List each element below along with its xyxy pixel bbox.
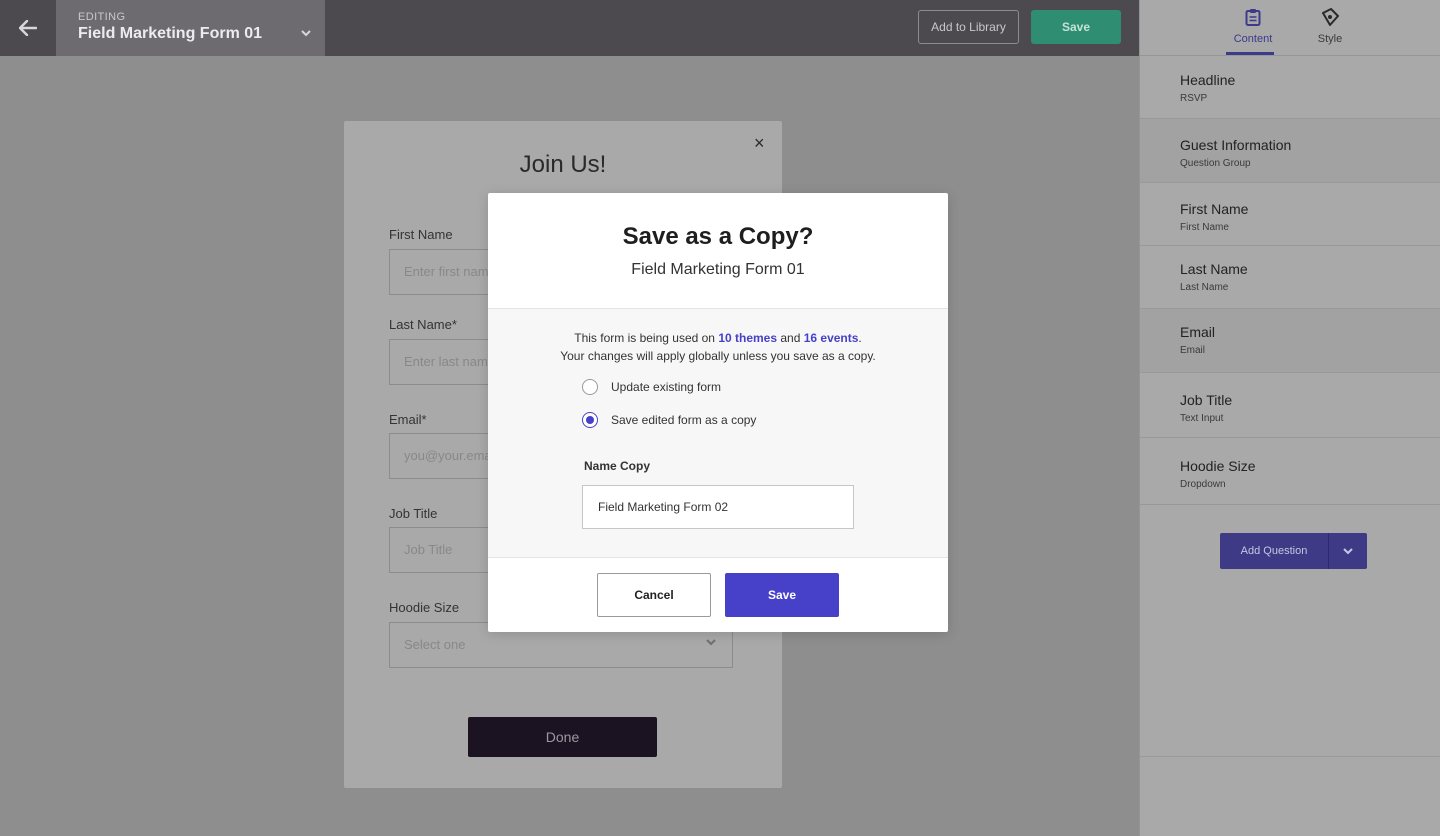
field-label: Job Title	[389, 506, 438, 521]
panel-item-hoodie-size[interactable]: Hoodie Size Dropdown	[1140, 438, 1440, 505]
tab-label: Style	[1317, 33, 1343, 45]
done-button[interactable]: Done	[468, 717, 657, 757]
message-line-2: Your changes will apply globally unless …	[560, 349, 876, 363]
content-panel: Content Style Headline RSVP Guest Inform…	[1139, 0, 1440, 836]
tab-style[interactable]: Style	[1302, 8, 1358, 45]
add-question-control: Add Question	[1220, 533, 1367, 569]
panel-item-subtitle: Last Name	[1180, 282, 1229, 293]
panel-item-headline[interactable]: Headline RSVP	[1140, 56, 1440, 119]
top-save-button[interactable]: Save	[1031, 10, 1121, 44]
back-button[interactable]	[0, 0, 56, 56]
add-question-button[interactable]: Add Question	[1220, 533, 1329, 569]
panel-item-email[interactable]: Email Email	[1140, 309, 1440, 373]
field-label: Hoodie Size	[389, 600, 460, 615]
panel-item-title: Headline	[1180, 72, 1236, 88]
panel-item-subtitle: Email	[1180, 345, 1206, 356]
panel-item-title: First Name	[1180, 201, 1249, 217]
dialog-body: This form is being used on 10 themes and…	[488, 309, 948, 558]
panel-item-subtitle: First Name	[1180, 222, 1229, 233]
message-text: This form is being used on	[574, 331, 719, 345]
clipboard-icon	[1245, 9, 1261, 26]
panel-item-guest-information[interactable]: Guest Information Question Group	[1140, 119, 1440, 183]
form-title: Join Us!	[519, 151, 607, 178]
panel-item-job-title[interactable]: Job Title Text Input	[1140, 373, 1440, 438]
add-to-library-button[interactable]: Add to Library	[918, 10, 1019, 44]
radio-button[interactable]	[582, 379, 598, 395]
panel-item-subtitle: Text Input	[1180, 413, 1224, 424]
active-tab-indicator	[1226, 52, 1274, 55]
style-icon	[1322, 8, 1339, 26]
cancel-button[interactable]: Cancel	[597, 573, 711, 617]
top-bar: EDITING Field Marketing Form 01 Add to L…	[0, 0, 1139, 56]
chevron-down-icon	[301, 30, 311, 37]
tab-label: Content	[1233, 33, 1273, 45]
panel-item-first-name[interactable]: First Name First Name	[1140, 183, 1440, 246]
field-label: First Name	[389, 227, 453, 242]
radio-button-selected[interactable]	[582, 412, 598, 428]
save-as-copy-option[interactable]: Save edited form as a copy	[582, 412, 756, 428]
option-label: Update existing form	[611, 380, 722, 394]
panel-item-subtitle: Question Group	[1180, 158, 1251, 169]
dialog-message: This form is being used on 10 themes and…	[488, 329, 948, 365]
panel-item-title: Job Title	[1180, 392, 1233, 408]
message-text: .	[858, 331, 862, 345]
name-copy-label: Name Copy	[584, 459, 651, 473]
themes-link[interactable]: 10 themes	[718, 331, 777, 345]
panel-item-subtitle: RSVP	[1180, 93, 1208, 104]
chevron-down-icon	[1343, 547, 1353, 554]
select-placeholder: Select one	[404, 637, 466, 652]
dialog-title: Save as a Copy?	[622, 223, 814, 250]
arrow-left-icon	[19, 20, 37, 36]
save-button[interactable]: Save	[725, 573, 839, 617]
update-existing-option[interactable]: Update existing form	[582, 379, 721, 395]
events-link[interactable]: 16 events	[804, 331, 859, 345]
form-selector[interactable]: EDITING Field Marketing Form 01	[56, 0, 325, 56]
save-copy-dialog: Save as a Copy? Field Marketing Form 01 …	[488, 193, 948, 632]
editing-label: EDITING	[78, 11, 126, 23]
tab-content[interactable]: Content	[1225, 8, 1281, 45]
dialog-subtitle: Field Marketing Form 01	[631, 261, 805, 278]
chevron-down-icon	[706, 639, 716, 646]
divider	[1140, 756, 1440, 757]
dialog-header: Save as a Copy? Field Marketing Form 01	[488, 193, 948, 309]
panel-item-title: Email	[1180, 324, 1216, 340]
panel-item-subtitle: Dropdown	[1180, 479, 1226, 490]
panel-tabs: Content Style	[1140, 0, 1440, 56]
add-question-dropdown[interactable]	[1329, 533, 1367, 569]
panel-item-title: Hoodie Size	[1180, 458, 1256, 474]
panel-item-title: Guest Information	[1180, 137, 1292, 153]
name-copy-input[interactable]	[582, 485, 854, 529]
message-text: and	[777, 331, 804, 345]
option-label: Save edited form as a copy	[611, 413, 757, 427]
panel-item-last-name[interactable]: Last Name Last Name	[1140, 246, 1440, 309]
field-label: Email*	[389, 412, 427, 427]
form-name: Field Marketing Form 01	[78, 25, 263, 42]
field-label: Last Name*	[389, 317, 457, 332]
panel-item-title: Last Name	[1180, 261, 1248, 277]
